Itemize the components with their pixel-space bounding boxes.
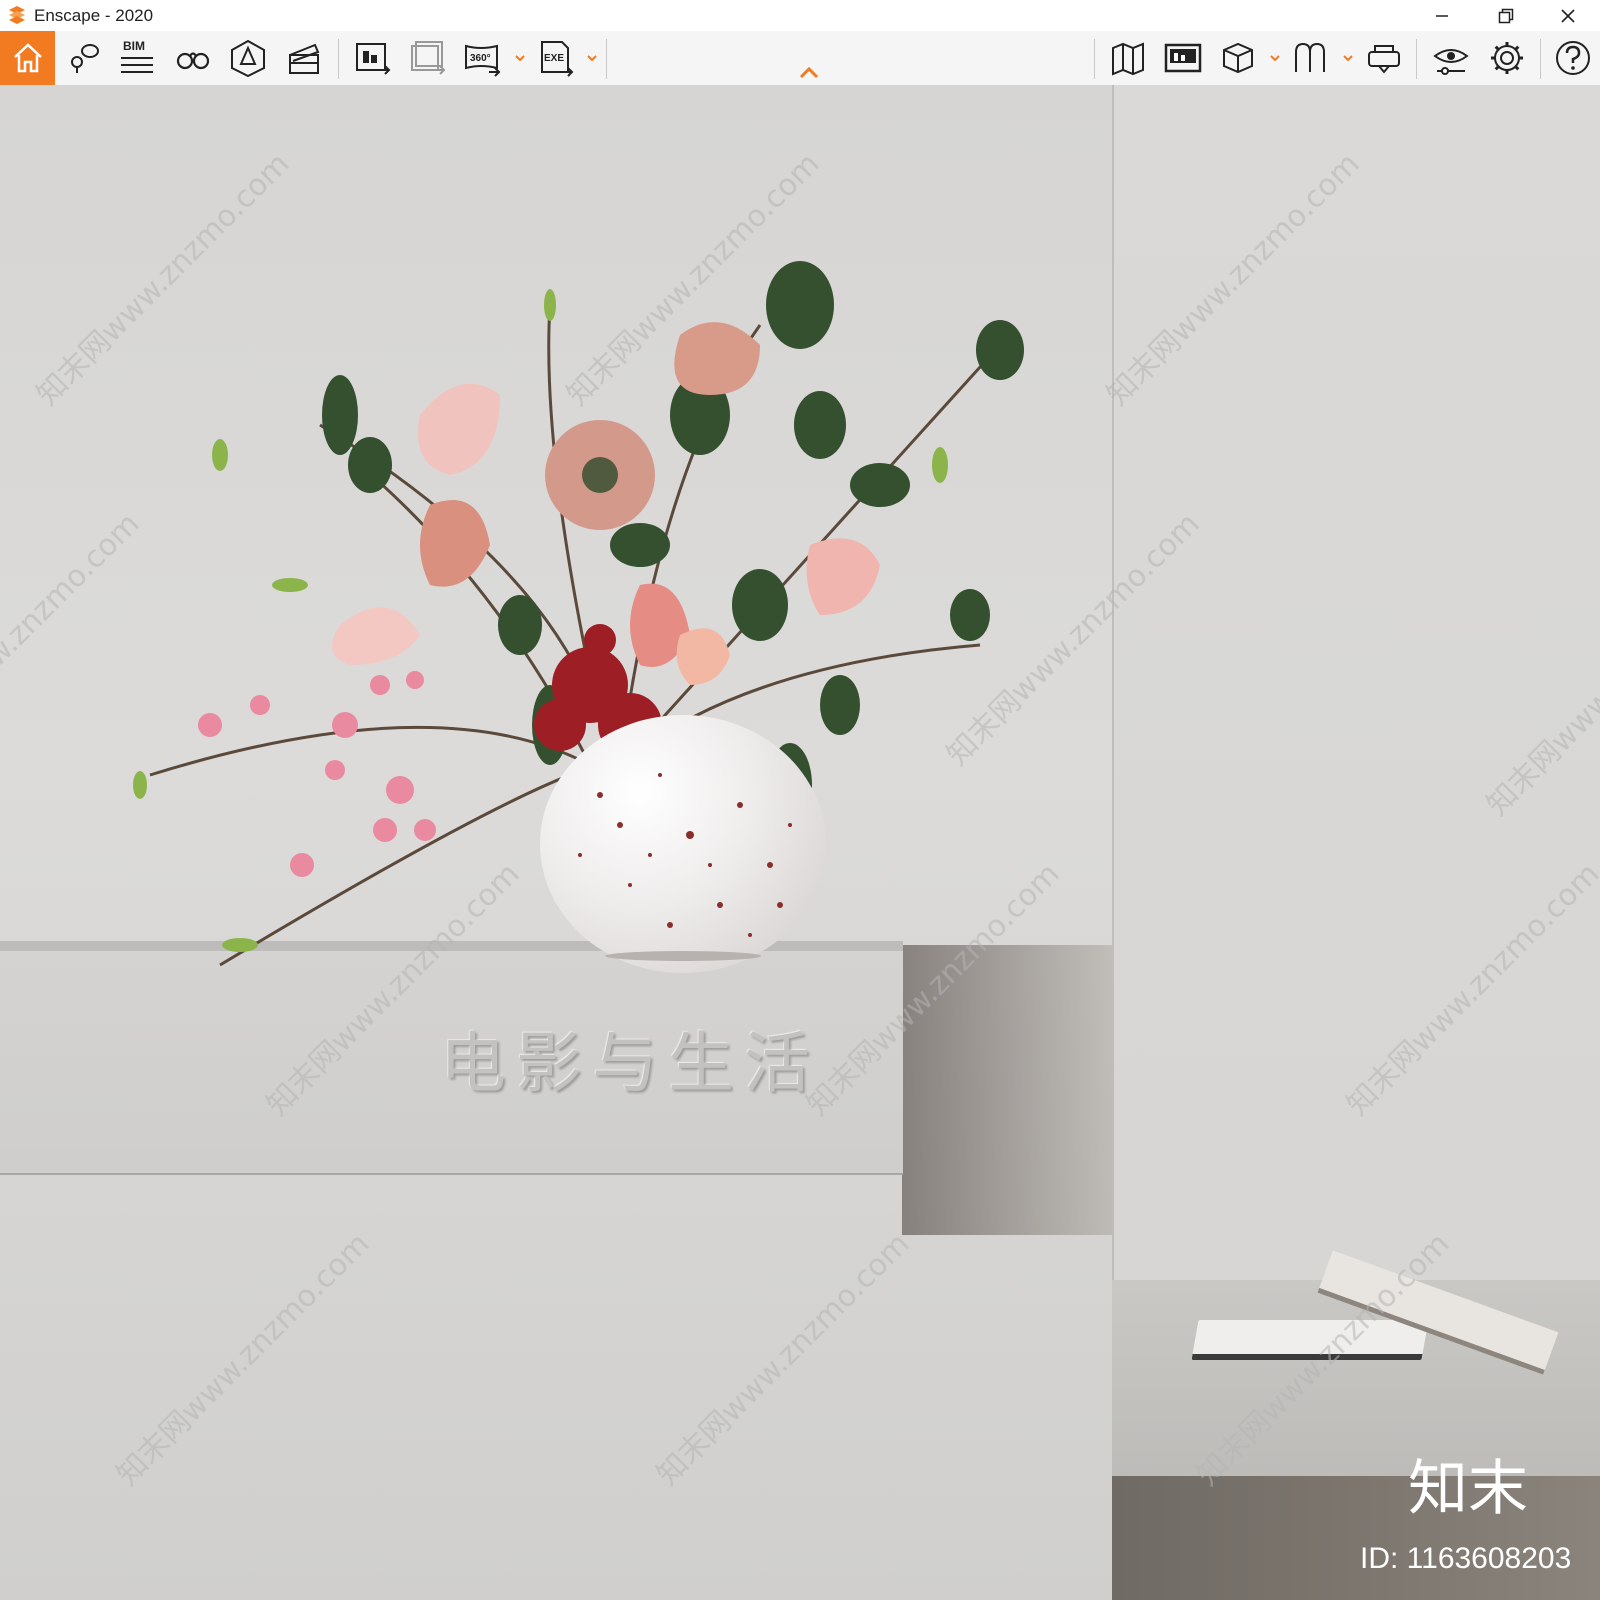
help-button[interactable]	[1550, 35, 1596, 81]
toolbar-separator	[1094, 39, 1095, 79]
video-editor-button[interactable]	[281, 35, 327, 81]
image-id: ID: 1163608203	[1360, 1542, 1572, 1575]
title-bar: Enscape - 2020	[0, 0, 1600, 31]
views-button[interactable]	[60, 35, 106, 81]
panorama-dropdown-chevron-down-icon[interactable]	[514, 53, 526, 63]
batch-render-button[interactable]	[405, 35, 451, 81]
binoculars-icon	[176, 52, 210, 70]
shelf-engraved-text: 电影与生活	[440, 1025, 820, 1102]
material-dropdown-chevron-down-icon[interactable]	[1269, 53, 1281, 63]
window-title: Enscape - 2020	[34, 5, 154, 25]
map-button[interactable]	[1106, 35, 1152, 81]
material-editor-button[interactable]	[1215, 35, 1261, 81]
vr-headset-button[interactable]	[1362, 35, 1408, 81]
location-icon	[71, 44, 99, 73]
close-icon	[1561, 8, 1575, 23]
vase-foot	[605, 951, 761, 961]
perspective-icon	[231, 39, 265, 78]
home-icon	[13, 43, 42, 73]
perspective-button[interactable]	[225, 35, 271, 81]
map-icon	[1112, 42, 1144, 76]
vr-headset-icon	[1368, 45, 1400, 74]
toolbar-separator	[1416, 39, 1417, 79]
toolbar-separator	[1540, 39, 1541, 79]
home-button[interactable]	[0, 31, 55, 85]
svg-text:EXE: EXE	[544, 53, 564, 64]
toolbar-separator	[606, 39, 607, 79]
svg-text:BIM: BIM	[123, 39, 145, 53]
svg-text:360°: 360°	[470, 53, 491, 64]
visual-settings-icon	[1433, 49, 1469, 75]
sync-button[interactable]	[1288, 35, 1334, 81]
bim-button[interactable]: BIM	[114, 35, 160, 81]
sync-dropdown-chevron-down-icon[interactable]	[1342, 53, 1354, 63]
cube-icon	[1223, 42, 1253, 74]
asset-library-icon	[1164, 43, 1202, 73]
help-icon	[1556, 41, 1590, 75]
material-icon	[1295, 42, 1325, 72]
render-viewport[interactable]: 电影与生活 知末网www.znzmo.com 知末网www.znzmo.com …	[0, 85, 1600, 1600]
vase-speckles	[578, 773, 792, 937]
gear-icon	[1491, 42, 1523, 74]
restore-icon	[1498, 8, 1514, 23]
exe-export-icon: EXE	[541, 41, 574, 77]
bim-icon: BIM	[121, 39, 153, 73]
batch-export-icon	[411, 41, 446, 75]
minimize-button[interactable]	[1410, 0, 1474, 31]
general-settings-button[interactable]	[1484, 35, 1530, 81]
clapper-icon	[289, 43, 320, 74]
panorama-button[interactable]: 360°	[460, 35, 506, 81]
toolbar-separator	[338, 39, 339, 79]
visual-settings-button[interactable]	[1428, 35, 1474, 81]
restore-button[interactable]	[1474, 0, 1538, 31]
vase	[540, 715, 826, 973]
exe-dropdown-chevron-down-icon[interactable]	[586, 53, 598, 63]
minimize-icon	[1436, 14, 1448, 17]
export-image-icon	[356, 43, 391, 75]
panorama-export-icon: 360°	[465, 44, 501, 77]
collapse-toolbar-chevron-up-icon[interactable]	[798, 66, 820, 80]
enscape-logo-icon	[9, 5, 25, 24]
exe-export-button[interactable]: EXE	[533, 35, 579, 81]
asset-library-button[interactable]	[1160, 35, 1206, 81]
walk-mode-button[interactable]	[170, 35, 216, 81]
render-image-button[interactable]	[350, 35, 396, 81]
close-button[interactable]	[1536, 0, 1600, 31]
brand-logo: 知末	[1408, 1454, 1528, 1524]
